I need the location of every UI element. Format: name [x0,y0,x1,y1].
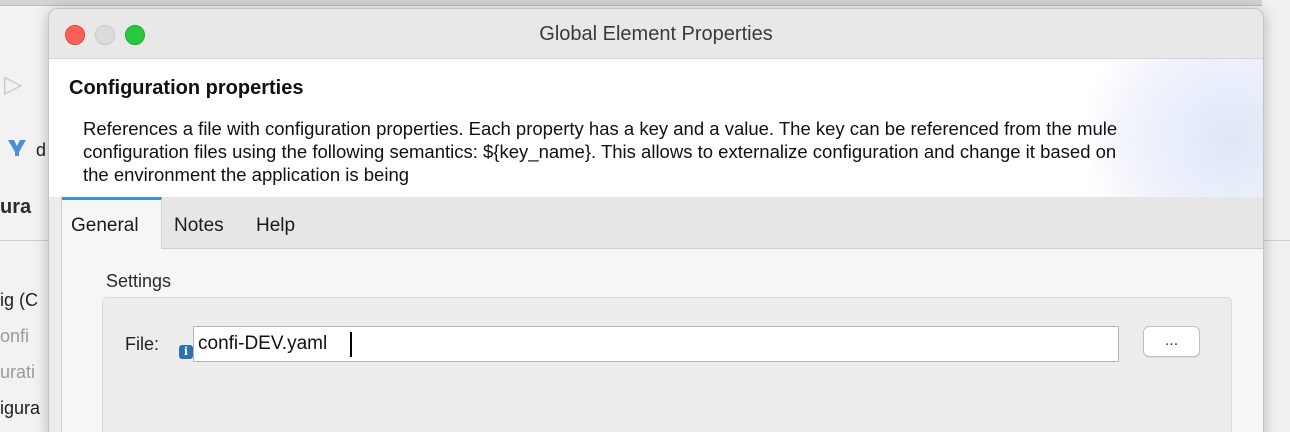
global-element-properties-dialog: Global Element Properties Configuration … [48,8,1264,432]
header-description: References a file with configuration pro… [83,118,1118,185]
tab-bar: General Notes Help [62,197,1263,249]
tab-general[interactable]: General [62,197,162,249]
background-list-item[interactable]: onfi [0,326,29,347]
text-caret [350,332,352,357]
back-arrow-icon[interactable]: ▷ [4,70,22,99]
info-icon[interactable]: i [179,345,193,359]
background-list-item[interactable]: ig (C [0,290,38,311]
settings-section-label: Settings [106,271,172,291]
tabs-panel: General Notes Help Settings File: i ... [61,197,1263,432]
dialog-title: Global Element Properties [539,23,773,45]
tab-help[interactable]: Help [256,197,295,249]
background-heading: ura [0,196,32,218]
header-title: Configuration properties [69,77,304,99]
file-label: File: [125,334,160,354]
dialog-header: Configuration properties References a fi… [49,59,1263,197]
mule-project-icon [8,140,26,156]
settings-group: File: i ... [102,297,1232,432]
background-side-text: d [36,140,47,160]
background-divider [1264,240,1290,241]
dialog-titlebar[interactable]: Global Element Properties [49,9,1263,59]
background-menubar [0,0,1290,6]
tab-notes[interactable]: Notes [174,197,224,249]
background-list-item[interactable]: igura [0,398,40,419]
browse-file-button[interactable]: ... [1143,326,1200,357]
background-divider [0,240,55,241]
background-right-panel [1262,0,1290,432]
file-input[interactable] [193,326,1119,362]
background-list-item[interactable]: urati [0,362,35,383]
